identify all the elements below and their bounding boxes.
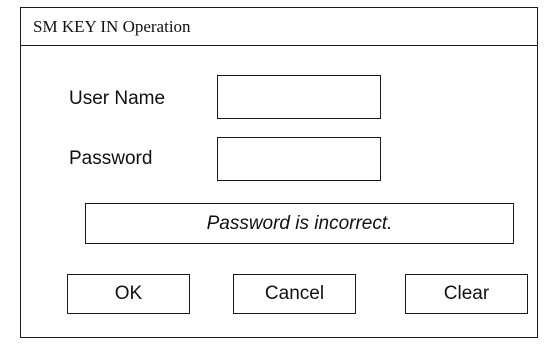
key-in-dialog: SM KEY IN Operation User Name Password P… xyxy=(20,7,538,338)
dialog-title: SM KEY IN Operation xyxy=(33,17,191,36)
username-label: User Name xyxy=(69,88,166,109)
dialog-titlebar: SM KEY IN Operation xyxy=(21,8,537,46)
ok-button[interactable]: OK xyxy=(67,274,190,314)
password-label: Password xyxy=(69,148,153,169)
error-message: Password is incorrect. xyxy=(206,212,393,234)
password-input[interactable] xyxy=(217,137,381,181)
clear-button[interactable]: Clear xyxy=(405,274,528,314)
cancel-button[interactable]: Cancel xyxy=(233,274,356,314)
status-message-box: Password is incorrect. xyxy=(85,203,514,244)
username-input[interactable] xyxy=(217,75,381,119)
